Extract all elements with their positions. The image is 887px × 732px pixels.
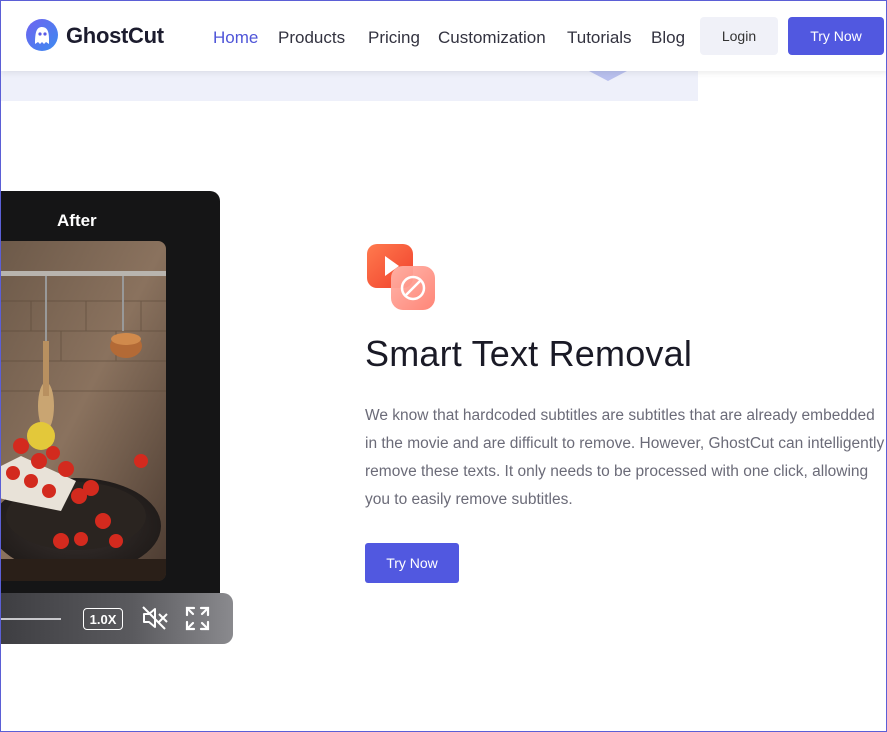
try-now-button[interactable]: Try Now [365, 543, 459, 583]
nav-blog[interactable]: Blog [651, 28, 685, 48]
speed-button[interactable]: 1.0X [83, 608, 123, 630]
page: GhostCut Home Products Pricing Customiza… [0, 0, 887, 732]
nav-home[interactable]: Home [213, 28, 258, 48]
ghostcut-logo-icon[interactable] [23, 17, 61, 53]
nav-tutorials[interactable]: Tutorials [567, 28, 632, 48]
banner-arrow-icon [589, 71, 627, 81]
brand-name[interactable]: GhostCut [66, 23, 164, 49]
fullscreen-icon[interactable] [185, 606, 210, 631]
cooking-scene-image [1, 241, 166, 581]
section-title: Smart Text Removal [365, 333, 693, 374]
after-label: After [57, 211, 97, 230]
login-button[interactable]: Login [700, 17, 778, 55]
nav-customization[interactable]: Customization [438, 28, 546, 48]
nav-products[interactable]: Products [278, 28, 345, 48]
text-removal-icon [367, 244, 435, 310]
site-header: GhostCut Home Products Pricing Customiza… [1, 1, 886, 71]
section-description: We know that hardcoded subtitles are sub… [365, 407, 885, 508]
nav-pricing[interactable]: Pricing [368, 28, 420, 48]
try-now-header-button[interactable]: Try Now [788, 17, 884, 55]
progress-bar[interactable] [1, 618, 61, 620]
video-preview[interactable] [1, 241, 166, 581]
mute-icon[interactable] [141, 605, 169, 631]
